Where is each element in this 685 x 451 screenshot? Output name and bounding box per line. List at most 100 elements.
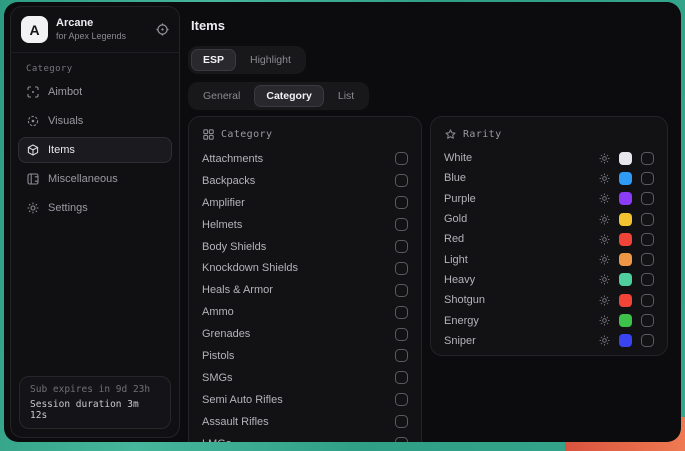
sidebar-item-settings[interactable]: Settings [18,195,172,221]
checkbox-assault-rifles[interactable] [395,415,408,428]
rarity-row: White [444,148,654,168]
color-swatch-white[interactable] [619,152,632,165]
gear-icon[interactable] [599,173,610,184]
color-swatch-purple[interactable] [619,192,632,205]
session-duration-text: Session duration 3m 12s [30,399,160,421]
scan-eye-icon [27,115,39,127]
category-panel-title: Category [221,129,272,140]
checkbox-energy[interactable] [641,314,654,327]
tab-esp[interactable]: ESP [191,49,236,71]
tab-highlight[interactable]: Highlight [238,49,303,71]
target-icon[interactable] [156,23,169,36]
crosshair-icon [27,86,39,98]
category-row: Helmets [202,214,408,236]
checkbox-heals-armor[interactable] [395,284,408,297]
checkbox-light[interactable] [641,253,654,266]
color-swatch-sniper[interactable] [619,334,632,347]
checkbox-attachments[interactable] [395,152,408,165]
checkbox-ammo[interactable] [395,306,408,319]
sub-expiry-text: Sub expires in 9d 23h [30,384,160,395]
gear-icon[interactable] [599,295,610,306]
checkbox-purple[interactable] [641,192,654,205]
star-icon [445,129,456,140]
rarity-row: Gold [444,209,654,229]
cube-icon [27,144,39,156]
rarity-row: Sniper [444,331,654,351]
rarity-row: Shotgun [444,290,654,310]
checkbox-amplifier[interactable] [395,196,408,209]
checkbox-knockdown-shields[interactable] [395,262,408,275]
category-row: Semi Auto Rifles [202,389,408,411]
view-tab-group: General Category List [188,82,369,110]
grid-icon [203,129,214,140]
checkbox-grenades[interactable] [395,328,408,341]
page-title: Items [191,18,225,33]
sidebar-item-label: Items [48,144,75,156]
color-swatch-heavy[interactable] [619,273,632,286]
gear-icon[interactable] [599,153,610,164]
checkbox-heavy[interactable] [641,273,654,286]
sidebar-item-visuals[interactable]: Visuals [18,108,172,134]
sidebar-item-items[interactable]: Items [18,137,172,163]
gear-icon[interactable] [599,234,610,245]
checkbox-lmgs[interactable] [395,437,408,442]
list-grid-icon [27,173,39,185]
color-swatch-red[interactable] [619,233,632,246]
checkbox-smgs[interactable] [395,371,408,384]
checkbox-sniper[interactable] [641,334,654,347]
checkbox-red[interactable] [641,233,654,246]
checkbox-blue[interactable] [641,172,654,185]
tab-general[interactable]: General [191,85,252,107]
sidebar-item-label: Aimbot [48,86,82,98]
sidebar: A Arcane for Apex Legends Category [10,6,180,438]
checkbox-backpacks[interactable] [395,174,408,187]
category-row: Grenades [202,323,408,345]
checkbox-pistols[interactable] [395,349,408,362]
color-swatch-shotgun[interactable] [619,294,632,307]
gear-icon[interactable] [599,335,610,346]
checkbox-helmets[interactable] [395,218,408,231]
mode-tab-group: ESP Highlight [188,46,306,74]
checkbox-body-shields[interactable] [395,240,408,253]
rarity-panel: Rarity White Blue Purple [430,116,668,356]
app-logo: A [21,16,48,43]
rarity-row: Blue [444,168,654,188]
gear-icon[interactable] [599,315,610,326]
app-subtitle: for Apex Legends [56,32,126,41]
checkbox-shotgun[interactable] [641,294,654,307]
category-row: Assault Rifles [202,411,408,433]
category-row: Knockdown Shields [202,257,408,279]
color-swatch-energy[interactable] [619,314,632,327]
category-row: Heals & Armor [202,279,408,301]
category-row: Ammo [202,301,408,323]
category-row: Pistols [202,345,408,367]
color-swatch-blue[interactable] [619,172,632,185]
rarity-row: Energy [444,310,654,330]
checkbox-white[interactable] [641,152,654,165]
category-row: Body Shields [202,236,408,258]
rarity-row: Purple [444,189,654,209]
category-panel: Category Attachments Backpacks Amplifier… [188,116,422,442]
sidebar-item-miscellaneous[interactable]: Miscellaneous [18,166,172,192]
tab-category[interactable]: Category [254,85,324,107]
sidebar-item-aimbot[interactable]: Aimbot [18,79,172,105]
session-info-box: Sub expires in 9d 23h Session duration 3… [19,376,171,429]
rarity-row: Red [444,229,654,249]
category-row: SMGs [202,367,408,389]
checkbox-gold[interactable] [641,213,654,226]
gear-icon[interactable] [599,254,610,265]
sidebar-item-label: Visuals [48,115,83,127]
sidebar-item-label: Miscellaneous [48,173,118,185]
category-row: Backpacks [202,170,408,192]
app-header: A Arcane for Apex Legends [11,7,179,53]
color-swatch-light[interactable] [619,253,632,266]
category-row: Attachments [202,148,408,170]
sidebar-section-label: Category [11,53,179,79]
checkbox-semi-auto-rifles[interactable] [395,393,408,406]
gear-icon[interactable] [599,214,610,225]
gear-icon[interactable] [599,274,610,285]
tab-list[interactable]: List [326,85,366,107]
color-swatch-gold[interactable] [619,213,632,226]
sidebar-nav: Aimbot Visuals Items [11,79,179,221]
gear-icon[interactable] [599,193,610,204]
